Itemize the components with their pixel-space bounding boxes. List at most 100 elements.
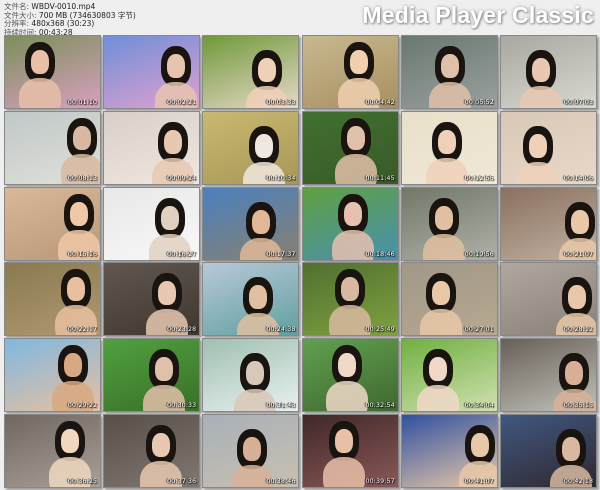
video-thumbnail: 00:17:37 [202, 186, 300, 261]
video-thumbnail: 00:24:38 [202, 262, 300, 337]
figure-face-shape [258, 58, 277, 82]
thumbnail-timestamp: 00:07:03 [563, 98, 593, 106]
figure-face-shape [434, 205, 453, 230]
video-thumbnail: 00:10:34 [202, 110, 300, 185]
video-thumbnail: 00:35:15 [500, 338, 597, 413]
thumbnail-timestamp: 00:09:24 [166, 173, 197, 182]
figure-face-shape [346, 125, 365, 150]
video-thumbnail: 00:14:06 [500, 110, 597, 185]
video-thumbnail: 00:38:46 [202, 414, 300, 488]
figure-face-shape [61, 429, 79, 453]
thumbnail-timestamp: 00:27:01 [464, 325, 494, 334]
figure-body-shape [520, 86, 562, 108]
video-thumbnail: 00:21:07 [500, 186, 597, 261]
thumbnail-timestamp: 00:32:54 [365, 401, 395, 410]
thumbnail-timestamp: 00:31:43 [266, 401, 296, 410]
video-thumbnail: 00:11:45 [301, 110, 399, 185]
video-thumbnail: 00:09:24 [103, 110, 201, 185]
video-thumbnail: 00:42:18 [500, 414, 597, 488]
thumbnail-timestamp: 00:14:06 [563, 173, 593, 182]
thumbnail-timestamp: 00:34:04 [464, 401, 494, 410]
figure-body-shape [419, 309, 462, 336]
video-thumbnail: 00:29:22 [4, 338, 101, 413]
thumbnail-timestamp: 00:22:17 [67, 325, 97, 334]
figure-face-shape [349, 50, 368, 74]
figure-face-shape [252, 209, 271, 234]
video-thumbnail: 00:18:46 [301, 186, 399, 261]
figure-face-shape [155, 357, 174, 382]
figure-face-shape [73, 125, 91, 150]
figure-face-shape [164, 129, 183, 154]
thumbnail-timestamp: 00:23:28 [166, 325, 197, 334]
thumbnail-timestamp: 00:35:15 [563, 401, 593, 410]
figure-face-shape [70, 201, 88, 226]
video-thumbnail: 00:08:13 [4, 110, 101, 185]
thumbnail-timestamp: 00:30:33 [166, 401, 197, 410]
figure-face-shape [152, 433, 171, 457]
thumbnail-timestamp: 00:12:55 [464, 173, 494, 182]
video-thumbnail: 00:01:10 [4, 35, 101, 109]
video-thumbnail: 00:07:03 [500, 35, 597, 109]
figure-body-shape [322, 457, 365, 487]
figure-face-shape [440, 54, 459, 78]
video-thumbnail: 00:04:42 [301, 35, 399, 109]
figure-face-shape [167, 54, 186, 78]
figure-face-shape [470, 433, 489, 457]
thumbnail-timestamp: 00:21:07 [563, 249, 593, 258]
video-thumbnail: 00:37:36 [103, 414, 201, 488]
thumbnail-timestamp: 00:03:33 [266, 98, 296, 106]
video-thumbnail: 00:30:33 [103, 338, 201, 413]
figure-face-shape [31, 50, 49, 74]
figure-face-shape [565, 361, 583, 386]
video-thumbnail: 00:25:49 [301, 262, 399, 337]
video-thumbnail: 00:02:21 [103, 35, 201, 109]
thumbnail-timestamp: 00:16:27 [166, 249, 197, 258]
thumbnail-timestamp: 00:19:56 [464, 249, 494, 258]
figure-face-shape [67, 277, 85, 302]
video-thumbnail: 00:32:54 [301, 338, 399, 413]
figure-face-shape [529, 133, 547, 158]
figure-face-shape [571, 209, 589, 234]
thumbnail-timestamp: 00:02:21 [166, 98, 197, 106]
figure-face-shape [255, 133, 274, 158]
figure-face-shape [337, 353, 356, 378]
thumbnail-timestamp: 00:28:12 [563, 325, 593, 334]
figure-face-shape [161, 205, 180, 230]
figure-face-shape [343, 201, 362, 226]
figure-body-shape [416, 385, 459, 412]
video-thumbnail: 00:15:16 [4, 186, 101, 261]
thumbnail-timestamp: 00:11:45 [365, 173, 395, 182]
figure-face-shape [562, 437, 580, 461]
thumbnail-timestamp: 00:39:57 [365, 477, 395, 485]
video-thumbnail: 00:12:55 [400, 110, 498, 185]
figure-face-shape [428, 357, 447, 382]
video-thumbnail: 00:31:43 [202, 338, 300, 413]
figure-face-shape [243, 437, 262, 461]
file-info: 文件名: WBDV-0010.mp4 文件大小: 700 MB (7346308… [4, 2, 136, 37]
thumbnail-timestamp: 00:37:36 [166, 477, 197, 485]
figure-face-shape [568, 285, 586, 310]
figure-face-shape [431, 281, 450, 306]
thumbnail-timestamp: 00:38:46 [266, 477, 296, 485]
thumbnail-timestamp: 00:24:38 [266, 325, 296, 334]
video-thumbnail: 00:28:12 [500, 262, 597, 337]
figure-face-shape [532, 58, 550, 82]
video-thumbnail: 00:23:28 [103, 262, 201, 337]
figure-face-shape [334, 429, 353, 453]
thumbnail-timestamp: 00:36:25 [67, 477, 97, 485]
video-thumbnail: 00:05:52 [400, 35, 498, 109]
figure-body-shape [325, 381, 368, 412]
video-thumbnail: 00:16:27 [103, 186, 201, 261]
video-thumbnail: 00:27:01 [400, 262, 498, 337]
figure-body-shape [425, 157, 468, 184]
figure-face-shape [64, 353, 82, 378]
figure-body-shape [517, 161, 559, 184]
thumbnail-timestamp: 00:01:10 [67, 98, 97, 106]
video-thumbnail: 00:19:56 [400, 186, 498, 261]
figure-body-shape [19, 78, 61, 108]
brand-logo-text: Media Player Classic [362, 2, 594, 28]
thumbnail-timestamp: 00:04:42 [365, 98, 395, 106]
video-thumbnail: 00:22:17 [4, 262, 101, 337]
thumbnail-timestamp: 00:25:49 [365, 325, 395, 334]
thumbnail-timestamp: 00:41:07 [464, 477, 494, 485]
